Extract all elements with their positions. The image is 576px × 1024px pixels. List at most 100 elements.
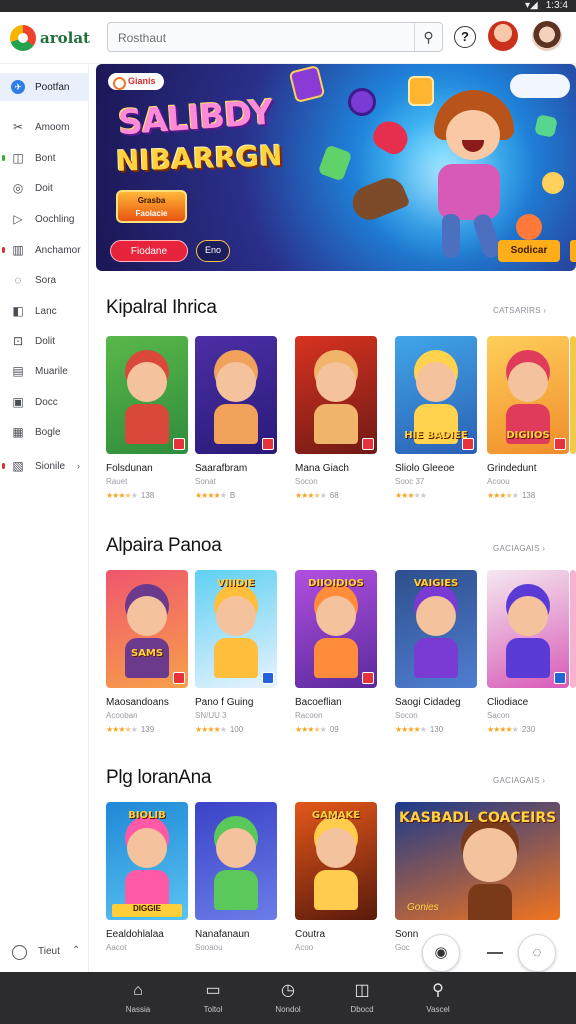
sidebar-item-icon: ✂ [12, 120, 24, 134]
logo-icon [10, 25, 36, 51]
sidebar-item-10[interactable]: ▣ Docc [0, 388, 89, 416]
see-all-link[interactable]: GACIAGAIS › [493, 776, 545, 785]
floating-block-icon [288, 64, 326, 104]
platform-badge-icon [362, 438, 374, 450]
game-title: Mana Giach [295, 463, 349, 474]
character-head [463, 828, 517, 882]
profile-avatar[interactable] [532, 21, 562, 51]
game-thumbnail[interactable]: BIOLIB DIGGIE [106, 802, 188, 920]
star-rating-icon: ★★★★★ [106, 725, 138, 734]
search-input[interactable] [118, 29, 408, 47]
chevron-up-icon: ⌃ [72, 945, 81, 956]
sidebar-item-12[interactable]: ▧ Sionile › [0, 452, 89, 480]
section-title: Kipalral Ihrica [106, 297, 217, 318]
game-thumbnail[interactable] [295, 336, 377, 454]
sidebar-item-2[interactable]: ◫ Bont [0, 144, 89, 172]
hero-character [416, 84, 536, 264]
nav-item-store[interactable]: ◫ Dbocd [332, 972, 392, 1024]
nav-item-home[interactable]: ⌂ Nassia [108, 972, 168, 1024]
sidebar-item-label: Lanc [35, 305, 57, 317]
star-rating-icon: ★★★★★ [106, 491, 138, 500]
hero-next-button[interactable] [570, 240, 576, 262]
sidebar-item-0[interactable]: ✈ Pootfan [0, 73, 89, 101]
sidebar-item-6[interactable]: ◌ Sora [0, 266, 89, 294]
nav-item-label: Nassia [125, 1005, 151, 1014]
game-thumbnail[interactable] [195, 336, 277, 454]
game-thumbnail[interactable]: GAMAKE [295, 802, 377, 920]
hero-promo-button[interactable]: Grasba Faolacie [116, 190, 187, 223]
game-thumbnail[interactable]: DIGIIOS [487, 336, 569, 454]
sidebar-item-4[interactable]: ▷ Oochling [0, 205, 89, 233]
game-rating: ★★★★★ 100 [195, 725, 243, 734]
home-icon: ⌂ [133, 982, 143, 999]
avatar[interactable] [488, 21, 518, 51]
hero-cta-button[interactable]: Sodicar [498, 240, 560, 262]
rating-count: 68 [329, 491, 339, 500]
star-rating-icon: ★★★★★ [295, 491, 327, 500]
hero-secondary-button[interactable]: Eno [196, 240, 230, 262]
sidebar-item-9[interactable]: ▤ Muarile [0, 357, 89, 385]
sidebar-item-label: Bogle [35, 426, 61, 438]
game-publisher: Sacon [487, 711, 510, 720]
section-title: Plg loranAna [106, 767, 212, 788]
game-thumbnail[interactable]: VIIIDIE [195, 570, 277, 688]
star-rating-icon: ★★★★★ [395, 491, 427, 500]
hero-banner[interactable]: Gianis SALIBDY NIBARRGN Grasba Faolacie … [96, 64, 576, 271]
nav-item-search[interactable]: ⚲ Vascel [408, 972, 468, 1024]
game-publisher: Aacot [106, 943, 127, 952]
help-icon[interactable]: ? [454, 26, 476, 48]
search-icon: ⚲ [432, 982, 444, 999]
nav-item-label: Dbocd [350, 1005, 374, 1014]
character-body [314, 404, 358, 444]
game-art-text: VAIGIES [413, 578, 459, 589]
game-rating: ★★★★★ 130 [395, 725, 443, 734]
person-search-icon[interactable]: ⚲ [414, 23, 442, 51]
section-title: Alpaira Panoa [106, 535, 222, 556]
hero-primary-button[interactable]: Fiodane [110, 240, 188, 262]
rating-count: 138 [521, 491, 536, 500]
sidebar-item-8[interactable]: ⊡ Dolit [0, 327, 89, 355]
character-body [125, 404, 169, 444]
game-thumbnail[interactable] [487, 570, 569, 688]
see-all-link[interactable]: CATSARIRS › [493, 306, 546, 315]
game-publisher: Sooaou [195, 943, 223, 952]
game-thumbnail[interactable]: HIE BADIEE [395, 336, 477, 454]
game-publisher: Racoon [295, 711, 323, 720]
game-art-text: DIIOIDIOS [308, 578, 364, 589]
circle-button[interactable]: ◌ [518, 934, 556, 972]
status-dot [2, 247, 5, 253]
game-art-text: SAMS [130, 648, 164, 659]
game-title: Cliodiace [487, 697, 529, 708]
game-thumbnail[interactable]: VAIGIES [395, 570, 477, 688]
rotate-button[interactable]: ◉ [422, 934, 460, 972]
nav-item-news[interactable]: ◷ Nondol [258, 972, 318, 1024]
sidebar-item-1[interactable]: ✂ Amoom [0, 113, 89, 141]
platform-badge-icon [262, 438, 274, 450]
game-thumbnail[interactable] [195, 802, 277, 920]
game-publisher: Acooban [106, 711, 138, 720]
game-thumbnail[interactable]: DIIOIDIOS [295, 570, 377, 688]
sidebar-item-5[interactable]: ▥ Anchamor [0, 236, 89, 264]
game-rating: ★★★★★ 138 [487, 491, 535, 500]
sidebar-item-11[interactable]: ▦ Bogle [0, 418, 89, 446]
nav-item-library[interactable]: ▭ Toltol [183, 972, 243, 1024]
see-all-link[interactable]: GACIAGAIS › [493, 544, 545, 553]
character-body [214, 404, 258, 444]
game-thumbnail[interactable]: SAMS [106, 570, 188, 688]
character-body [414, 638, 458, 678]
sidebar: Tieut ⌃ ✈ Pootfan ✂ Amoom ◫ Bont ◎ Doit ▷ Oochlin… [0, 65, 89, 972]
sidebar-item-label: Sionile [35, 460, 66, 472]
sidebar-item-icon: ▣ [12, 395, 24, 409]
sidebar-footer-item[interactable]: Tieut ⌃ [0, 938, 89, 966]
sidebar-item-3[interactable]: ◎ Doit [0, 174, 89, 202]
game-thumbnail[interactable]: KASBADL COACEIRS Gonies [395, 802, 560, 920]
floating-star-icon [542, 172, 564, 194]
game-thumbnail[interactable] [106, 336, 188, 454]
character-head [416, 362, 456, 402]
sidebar-item-7[interactable]: ◧ Lanc [0, 297, 89, 325]
game-rating: ★★★★★ 230 [487, 725, 535, 734]
star-rating-icon: ★★★★★ [487, 725, 519, 734]
platform-badge-icon [554, 672, 566, 684]
sidebar-item-label: Amoom [35, 121, 70, 133]
app-logo[interactable]: arolat [10, 25, 90, 51]
